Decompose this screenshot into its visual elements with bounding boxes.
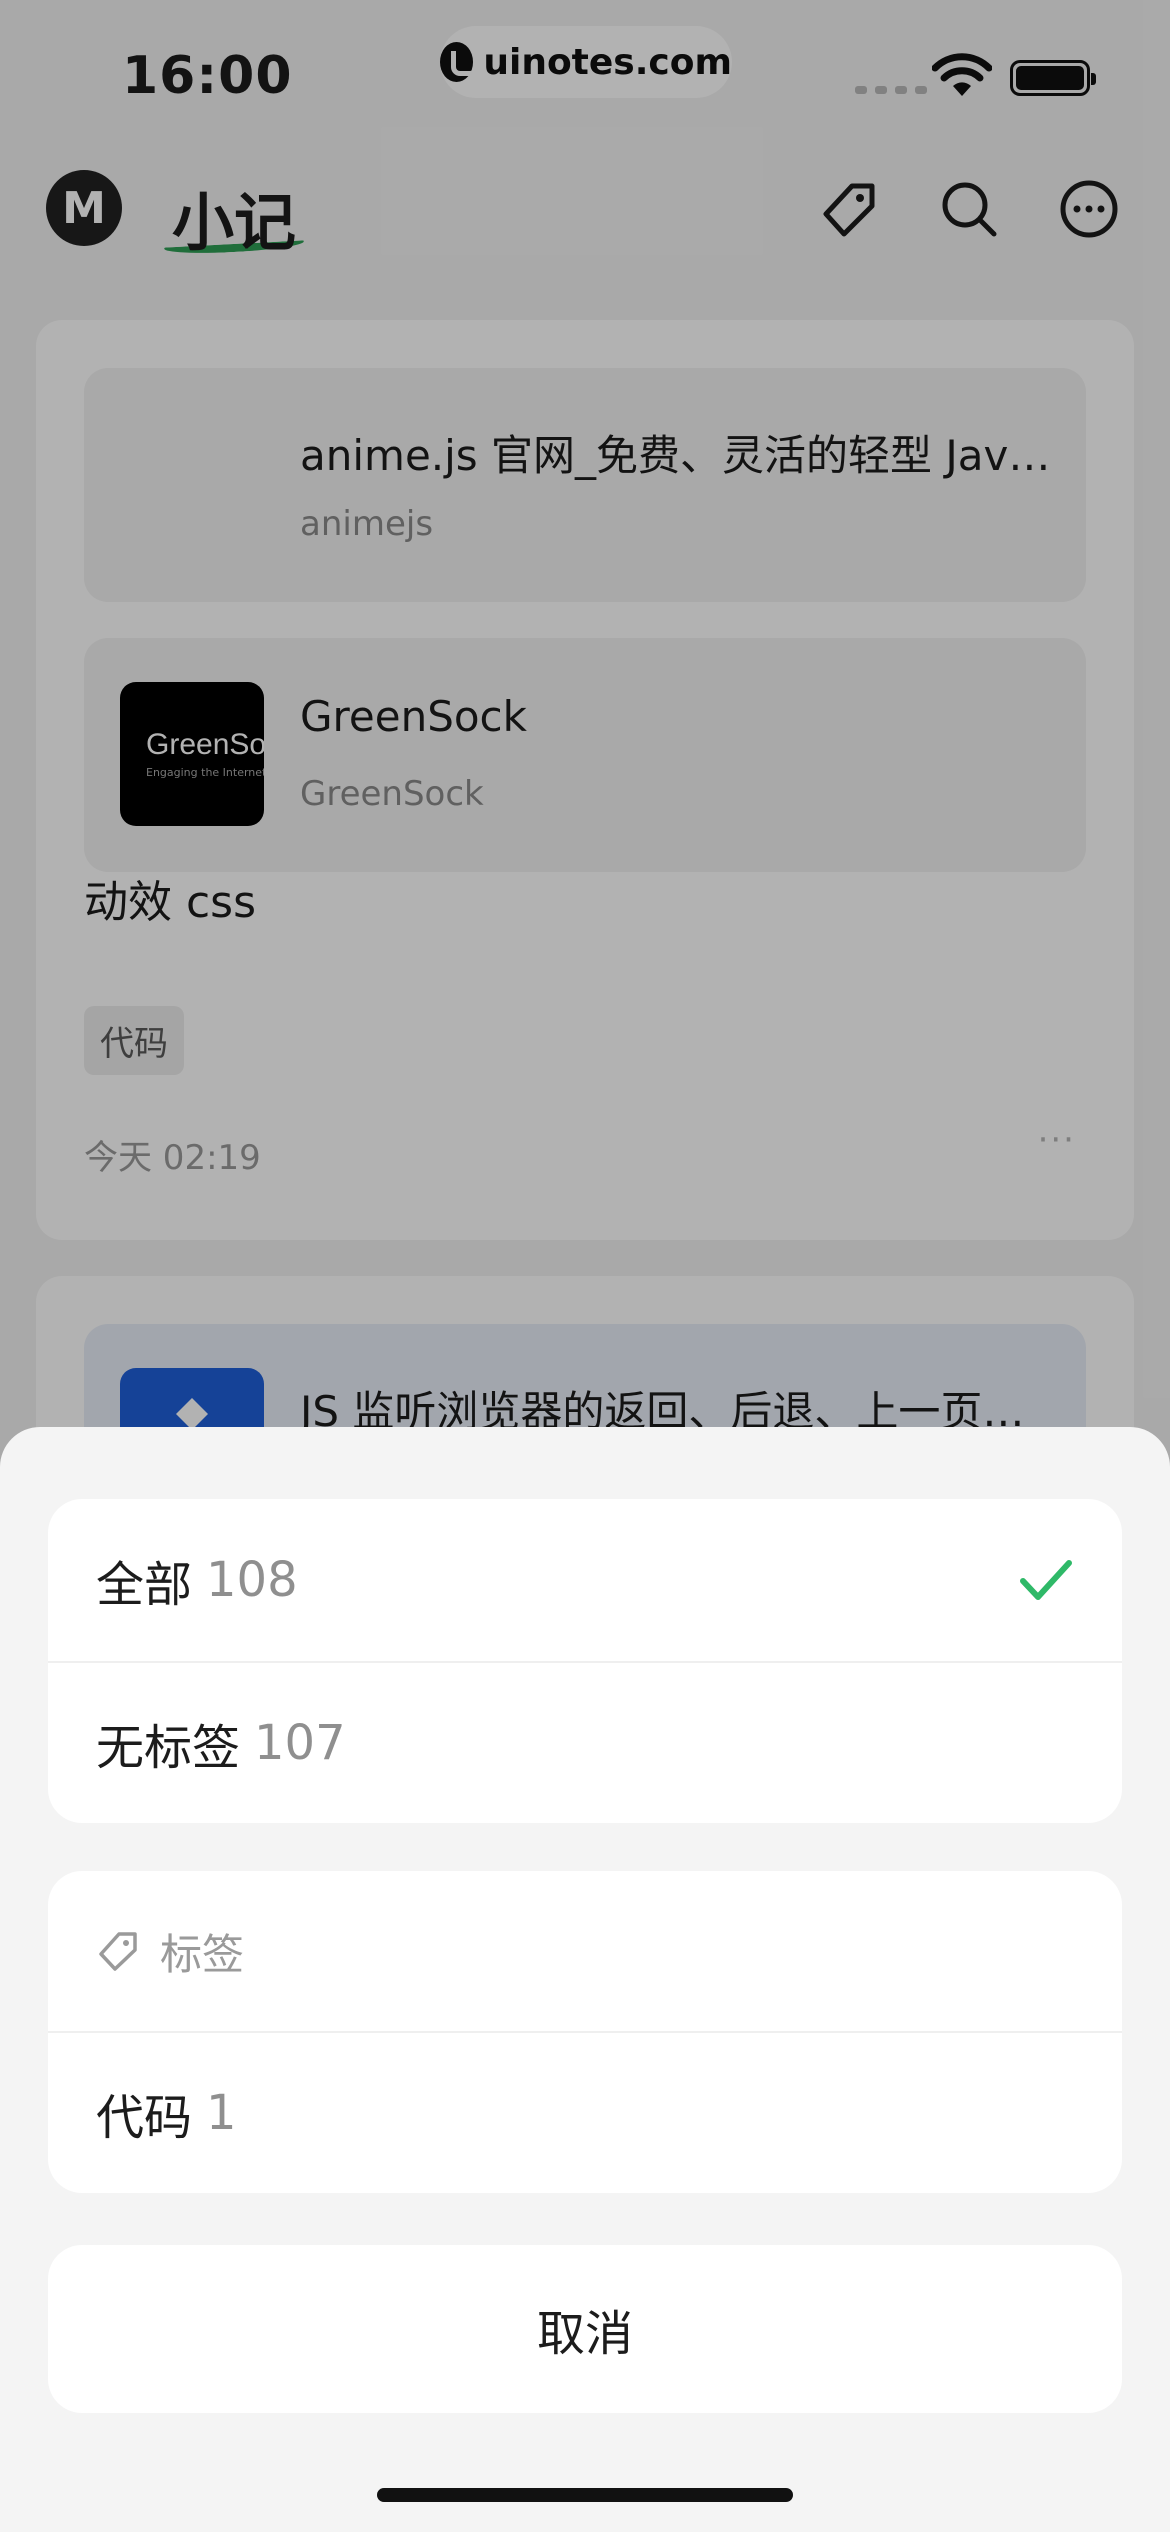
- tag-row[interactable]: 代码 1: [48, 2031, 1122, 2193]
- tag-icon: [99, 1932, 137, 1971]
- tags-header: 标签: [48, 1871, 1122, 2031]
- filter-group: 全部 108 无标签 107: [48, 1499, 1122, 1823]
- filter-untagged-row[interactable]: 无标签 107: [48, 1661, 1122, 1823]
- filter-untagged-label: 无标签: [96, 1720, 241, 1776]
- tag-row-count: 1: [206, 2085, 237, 2141]
- tags-header-label: 标签: [160, 1929, 245, 1979]
- cancel-button[interactable]: 取消: [48, 2245, 1122, 2413]
- tag-filter-sheet: 全部 108 无标签 107 标签 代码 1 取消: [0, 1427, 1170, 2532]
- filter-all-count: 108: [206, 1552, 298, 1608]
- tags-group: 标签 代码 1: [48, 1871, 1122, 2193]
- cancel-group: 取消: [48, 2245, 1122, 2413]
- filter-all-label: 全部: [96, 1557, 193, 1613]
- check-icon: [1020, 1560, 1072, 1600]
- filter-untagged-count: 107: [254, 1715, 346, 1771]
- home-indicator[interactable]: [377, 2488, 793, 2502]
- filter-all-row[interactable]: 全部 108: [48, 1499, 1122, 1661]
- tag-row-label: 代码: [96, 2090, 193, 2146]
